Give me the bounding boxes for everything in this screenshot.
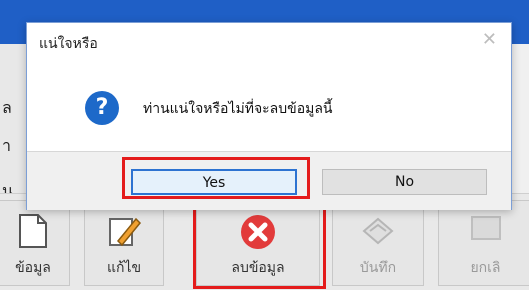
delete-button-highlight [193, 197, 326, 289]
dialog-message: ท่านแน่ใจหรือไม่ที่จะลบข้อมูลนี้ [143, 101, 333, 117]
yes-button-highlight [122, 157, 310, 199]
cancel-button-label: ยกเลิ [470, 260, 501, 276]
edit-button[interactable]: แก้ไข [84, 200, 164, 286]
data-button-label: ข้อมูล [15, 260, 51, 276]
edit-pencil-icon [109, 217, 142, 247]
no-button[interactable]: No [322, 169, 487, 195]
save-button-label: บันทึก [359, 260, 397, 276]
document-icon [19, 214, 47, 248]
save-button[interactable]: บันทึก [332, 200, 424, 286]
side-label: า [2, 136, 11, 155]
close-icon[interactable]: ✕ [482, 29, 497, 50]
cancel-button[interactable]: ยกเลิ [438, 200, 529, 286]
edit-button-label: แก้ไข [106, 260, 142, 276]
dialog-title: แน่ใจหรือ [39, 36, 98, 52]
question-icon: ? [85, 91, 119, 125]
form-side-labels: ล า น [0, 44, 27, 200]
side-label: ล [2, 98, 12, 117]
data-button[interactable]: ข้อมูล [0, 200, 70, 286]
save-icon [362, 217, 394, 245]
cancel-icon [470, 216, 501, 240]
